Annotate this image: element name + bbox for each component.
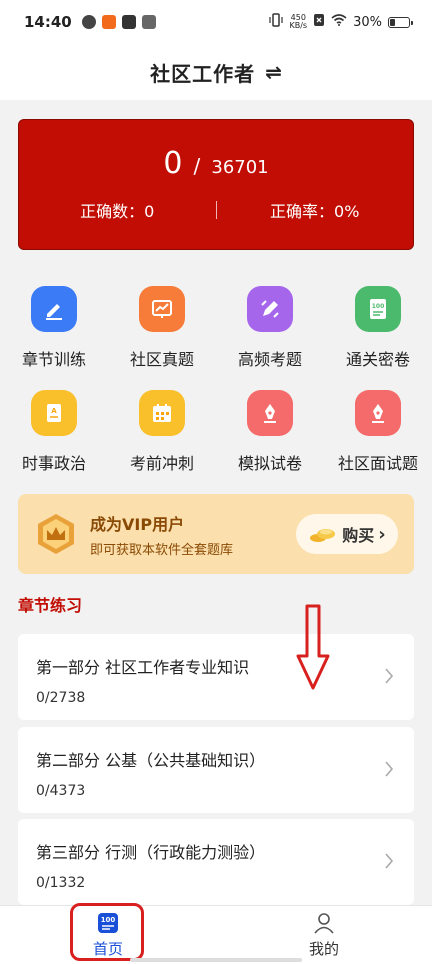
home-icon-text: 100	[101, 916, 116, 924]
vip-crown-badge-icon	[38, 514, 74, 554]
status-time: 14:40	[24, 13, 72, 31]
app-notification-icon	[81, 15, 96, 29]
battery-icon	[388, 16, 413, 28]
document-icon: A	[31, 390, 77, 436]
grid-label: 考前冲刺	[129, 454, 194, 473]
svg-text:A: A	[51, 407, 57, 415]
chevron-right-icon: ›	[378, 523, 386, 545]
chapter-title: 第一部分 社区工作者专业知识	[36, 658, 250, 677]
answered-count: 0	[163, 146, 183, 181]
correct-rate: 正确率：0%	[270, 202, 360, 221]
app-notification-icon	[121, 15, 136, 29]
user-icon	[314, 913, 334, 934]
chapter-progress: 0/4373	[36, 783, 86, 799]
grid-label: 章节训练	[21, 350, 86, 369]
grid-item-frequent-questions[interactable]: 高频考题	[216, 282, 324, 372]
nav-home[interactable]: 100 首页	[0, 906, 216, 964]
status-right: 450 KB/s 30%	[269, 13, 413, 31]
gesture-bar	[130, 958, 302, 962]
chapter-item-1[interactable]: 第一部分 社区工作者专业知识 0/2738	[18, 634, 414, 720]
grid-item-current-affairs[interactable]: A 时事政治	[0, 386, 108, 476]
pen-icon	[355, 390, 401, 436]
bottom-nav: 100 首页 我的	[0, 905, 432, 964]
chapter-title: 第三部分 行测（行政能力测验）	[36, 843, 266, 862]
chevron-right-icon	[385, 761, 394, 777]
grid-label: 通关密卷	[345, 350, 410, 369]
app-notification-icon	[101, 15, 116, 29]
grid-label: 时事政治	[21, 454, 86, 473]
buy-label: 购买	[342, 526, 375, 545]
chevron-right-icon	[385, 853, 394, 869]
score-separator: /	[193, 154, 201, 178]
network-speed-unit: KB/s	[289, 21, 308, 30]
nav-home-label: 首页	[92, 940, 123, 958]
app-notification-icon	[141, 15, 156, 29]
vibrate-icon	[269, 13, 284, 31]
grid-item-community-exams[interactable]: 社区真题	[108, 282, 216, 372]
chapter-progress: 0/1332	[36, 875, 86, 891]
total-questions: 36701	[211, 157, 269, 178]
edit-icon	[31, 286, 77, 332]
sim-icon	[313, 13, 325, 31]
home-score-icon: 100	[98, 913, 118, 933]
gold-coins-icon	[310, 529, 336, 542]
app-header: 社区工作者 ⇌	[0, 44, 432, 100]
calendar-icon	[139, 390, 185, 436]
section-title: 章节练习	[18, 596, 83, 615]
nav-me-label: 我的	[308, 940, 339, 958]
page-title: 社区工作者	[150, 61, 256, 86]
grid-label: 社区真题	[129, 350, 194, 369]
chapter-progress: 0/2738	[36, 690, 86, 706]
nav-me[interactable]: 我的	[216, 906, 432, 964]
grid-item-final-sprint[interactable]: 考前冲刺	[108, 386, 216, 476]
chapter-item-3[interactable]: 第三部分 行测（行政能力测验） 0/1332	[18, 819, 414, 905]
grid-item-secret-papers[interactable]: 100 通关密卷	[324, 282, 432, 372]
grid-label: 高频考题	[237, 350, 302, 369]
svg-text:100: 100	[372, 303, 385, 310]
chart-icon	[139, 286, 185, 332]
battery-percent: 30%	[353, 14, 382, 30]
network-speed: 450 KB/s	[289, 14, 307, 30]
vip-subtitle: 即可获取本软件全套题库	[90, 542, 234, 558]
chapter-title: 第二部分 公基（公共基础知识）	[36, 751, 266, 770]
pen-icon	[247, 390, 293, 436]
vip-title: 成为VIP用户	[90, 514, 185, 534]
grid-label: 社区面试题	[337, 454, 418, 473]
score-card: 0 / 36701 正确数：0 正确率：0%	[18, 119, 414, 250]
vip-banner[interactable]: 成为VIP用户 即可获取本软件全套题库 购买 ›	[18, 494, 414, 574]
chevron-right-icon	[385, 668, 394, 684]
switch-exam-icon[interactable]: ⇌	[265, 60, 282, 84]
grid-item-interview-questions[interactable]: 社区面试题	[324, 386, 432, 476]
grid-label: 模拟试卷	[237, 454, 302, 473]
status-left: 14:40	[24, 13, 156, 31]
chapter-item-2[interactable]: 第二部分 公基（公共基础知识） 0/4373	[18, 727, 414, 813]
grid-item-mock-papers[interactable]: 模拟试卷	[216, 386, 324, 476]
grid-item-chapter-training[interactable]: 章节训练	[0, 282, 108, 372]
score-stats: 正确数：0 正确率：0%	[19, 198, 413, 222]
score-summary: 0 / 36701	[19, 146, 413, 181]
feature-grid: 章节训练 社区真题 高频考题 100 通关密卷 A 时事政治 考前冲刺 模拟试卷	[0, 282, 432, 476]
pencil-icon	[247, 286, 293, 332]
buy-button[interactable]: 购买 ›	[296, 514, 398, 554]
status-bar: 14:40 450 KB/s 30%	[0, 0, 432, 44]
score-100-icon: 100	[355, 286, 401, 332]
wifi-icon	[331, 14, 347, 30]
vip-text: 成为VIP用户 即可获取本软件全套题库	[90, 511, 296, 558]
correct-count: 正确数：0	[80, 202, 155, 221]
annotation-down-arrow-icon	[296, 604, 330, 690]
